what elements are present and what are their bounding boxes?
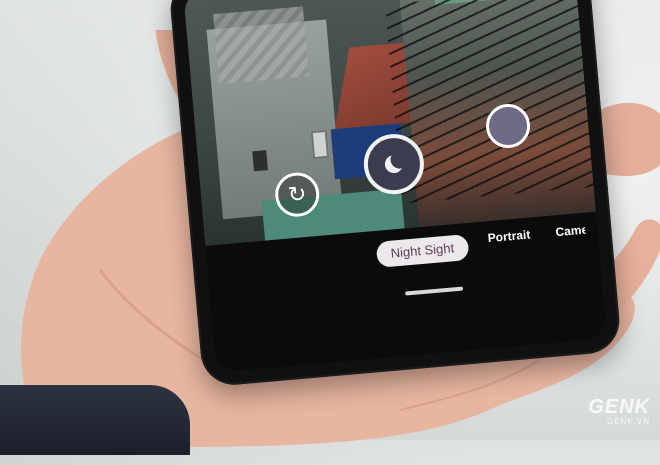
mode-portrait[interactable]: Portrait xyxy=(487,228,531,246)
phone: ↻ Night Sight Portrait Camer xyxy=(167,0,623,388)
watermark-brand: GENK xyxy=(588,396,650,418)
switch-camera-icon: ↻ xyxy=(286,180,308,208)
mode-night-sight[interactable]: Night Sight xyxy=(375,233,470,268)
night-sight-moon-icon xyxy=(384,154,404,174)
home-gesture-bar[interactable] xyxy=(405,286,464,296)
sleeve xyxy=(0,385,190,455)
mode-camera[interactable]: Camer xyxy=(555,223,586,240)
viewfinder-window xyxy=(252,150,268,172)
camera-viewfinder: ↻ xyxy=(183,0,596,246)
viewfinder-window xyxy=(310,129,330,160)
phone-screen: ↻ Night Sight Portrait Camer xyxy=(183,0,607,373)
viewfinder-texture xyxy=(213,6,309,85)
watermark: GENK GENK.VN xyxy=(588,396,650,426)
